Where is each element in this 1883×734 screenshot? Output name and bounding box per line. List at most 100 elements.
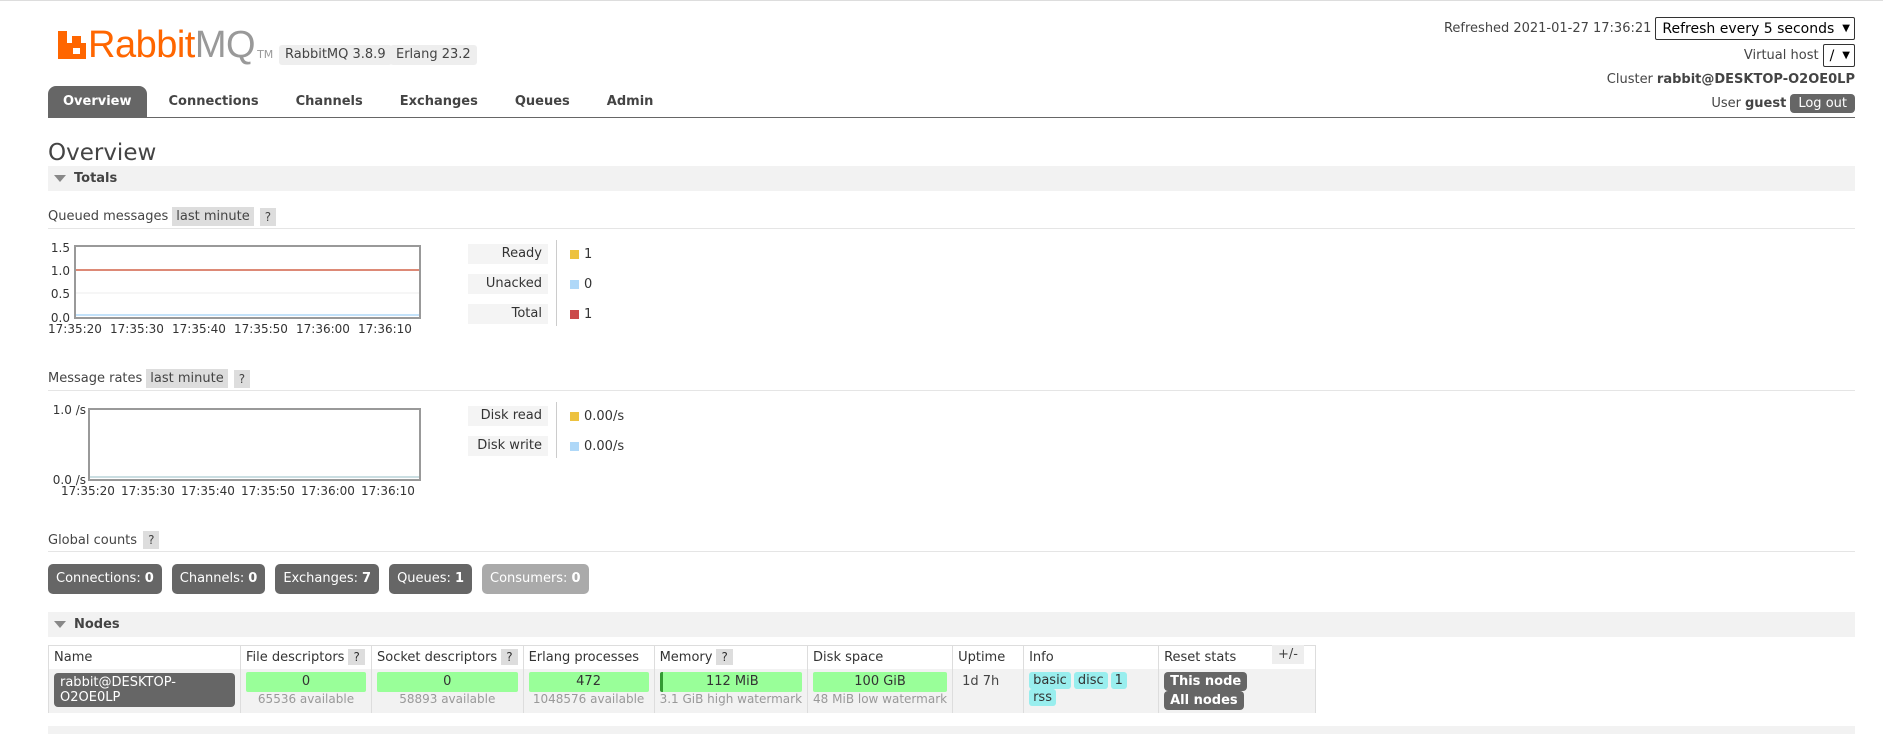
- queued-help-button[interactable]: ?: [259, 207, 277, 226]
- rates-help-button[interactable]: ?: [233, 369, 251, 388]
- vhost-label: Virtual host: [1743, 48, 1819, 63]
- tabs-divider: [48, 117, 1855, 118]
- header-status: Refreshed 2021-01-27 17:36:21 Refresh ev…: [1444, 17, 1855, 117]
- node-name-link[interactable]: rabbit@DESKTOP-O2OE0LP: [54, 672, 235, 707]
- tab-connections[interactable]: Connections: [154, 86, 274, 118]
- global-counts-label: Global counts: [48, 532, 138, 548]
- divider: [48, 228, 1855, 229]
- channels-count-button[interactable]: Channels: 0: [171, 564, 266, 594]
- legend-disk-read: Disk read 0.00/s: [468, 406, 624, 426]
- page-title: Overview: [48, 140, 157, 166]
- column-header-disk-space: Disk space: [807, 645, 954, 669]
- x-tick-label: 17:36:10: [361, 484, 415, 498]
- column-header-socket-descriptors: Socket descriptors?: [371, 645, 524, 669]
- info-tag-count: 1: [1110, 671, 1127, 689]
- legend-swatch: [570, 249, 579, 259]
- column-header-erlang-processes: Erlang processes: [522, 645, 655, 669]
- main-nav: Overview Connections Channels Exchanges …: [48, 86, 675, 118]
- rabbitmq-version: RabbitMQ 3.8.9: [279, 45, 392, 65]
- column-header-name: Name: [48, 645, 241, 669]
- reset-this-node-button[interactable]: This node: [1164, 671, 1248, 691]
- global-counts-help-button[interactable]: ?: [143, 531, 160, 549]
- legend-value: 1: [584, 306, 593, 322]
- tab-channels[interactable]: Channels: [281, 86, 378, 118]
- cell-memory: 112 MiB 3.1 GiB high watermark: [653, 668, 809, 713]
- divider: [48, 390, 1855, 391]
- x-tick-label: 17:35:20: [61, 484, 115, 498]
- legend-swatch: [570, 411, 579, 421]
- global-counts-header: Global counts ?: [48, 531, 160, 549]
- x-tick-label: 17:35:50: [241, 484, 295, 498]
- divider: [48, 551, 1855, 552]
- nodes-table: Name File descriptors? Socket descriptor…: [48, 645, 1317, 713]
- disk-bar: 100 GiB: [813, 671, 948, 692]
- erlang-version: Erlang 23.2: [390, 45, 477, 65]
- rates-range-selector[interactable]: last minute: [146, 369, 228, 388]
- help-button[interactable]: ?: [501, 648, 518, 665]
- x-tick-label: 17:36:10: [358, 322, 412, 336]
- fd-bar: 0: [246, 671, 366, 692]
- x-tick-label: 17:35:20: [48, 322, 102, 336]
- y-tick-label: 1.5: [50, 241, 70, 255]
- y-tick-label: 1.0 /s: [52, 403, 86, 417]
- memory-bar: 112 MiB: [659, 671, 803, 692]
- sd-available: 58893 available: [399, 691, 496, 706]
- queued-x-axis: 17:35:20 17:35:30 17:35:40 17:35:50 17:3…: [48, 322, 420, 336]
- rabbitmq-logo[interactable]: RabbitMQ TM: [58, 26, 273, 64]
- user-label: User: [1711, 95, 1741, 111]
- y-tick-label: 0.5: [50, 287, 70, 301]
- tab-queues[interactable]: Queues: [500, 86, 585, 118]
- refreshed-label: Refreshed: [1443, 21, 1510, 36]
- cell-socket-descriptors: 0 58893 available: [371, 668, 524, 713]
- cell-file-descriptors: 0 65536 available: [240, 668, 372, 713]
- cell-uptime: 1d 7h: [952, 668, 1025, 713]
- user-name: guest: [1745, 95, 1787, 111]
- nodes-title: Nodes: [74, 617, 120, 632]
- queued-messages-chart: [74, 245, 421, 319]
- toggle-columns-button[interactable]: +/-: [1272, 645, 1304, 664]
- x-tick-label: 17:35:40: [181, 484, 235, 498]
- refreshed-time: 2021-01-27 17:36:21: [1513, 21, 1652, 36]
- legend-swatch: [570, 441, 579, 451]
- cell-disk-space: 100 GiB 48 MiB low watermark: [807, 668, 954, 713]
- queued-messages-header: Queued messages last minute ?: [48, 207, 277, 226]
- rabbitmq-logo-icon: [58, 31, 86, 59]
- rates-x-axis: 17:35:20 17:35:30 17:35:40 17:35:50 17:3…: [61, 484, 421, 498]
- tab-overview[interactable]: Overview: [48, 86, 147, 118]
- message-rates-header: Message rates last minute ?: [48, 369, 251, 388]
- logout-button[interactable]: Log out: [1790, 93, 1855, 113]
- connections-count-button[interactable]: Connections: 0: [48, 564, 162, 594]
- info-tag-basic: basic: [1029, 671, 1071, 689]
- queues-count-button[interactable]: Queues: 1: [389, 564, 472, 594]
- legend-label: Disk write: [468, 436, 548, 456]
- refresh-interval-select[interactable]: Refresh every 5 seconds ▼: [1655, 17, 1855, 40]
- vhost-value: /: [1829, 47, 1835, 64]
- tab-exchanges[interactable]: Exchanges: [385, 86, 493, 118]
- cluster-label: Cluster: [1606, 72, 1653, 87]
- sd-bar: 0: [377, 671, 518, 692]
- queued-chart-svg: [76, 269, 419, 316]
- legend-value: 1: [584, 246, 593, 262]
- next-section-header: [48, 726, 1855, 734]
- refresh-interval-value: Refresh every 5 seconds: [1662, 20, 1835, 37]
- chevron-down-icon: ▼: [1842, 50, 1850, 61]
- legend-value: 0: [584, 276, 593, 292]
- help-button[interactable]: ?: [348, 648, 365, 665]
- reset-all-nodes-button[interactable]: All nodes: [1164, 690, 1244, 710]
- tab-admin[interactable]: Admin: [592, 86, 669, 118]
- legend-disk-write: Disk write 0.00/s: [468, 436, 624, 456]
- disk-watermark: 48 MiB low watermark: [813, 691, 948, 706]
- help-button[interactable]: ?: [716, 648, 733, 665]
- message-rates-chart: [88, 408, 421, 481]
- cell-node-name: rabbit@DESKTOP-O2OE0LP: [48, 668, 241, 713]
- global-counts-badges: Connections: 0 Channels: 0 Exchanges: 7 Que…: [48, 564, 599, 594]
- totals-section-toggle[interactable]: Totals: [48, 166, 1855, 191]
- exchanges-count-button[interactable]: Exchanges: 7: [275, 564, 380, 594]
- legend-label: Total: [468, 304, 548, 324]
- ep-available: 1048576 available: [532, 691, 645, 706]
- cell-info: basic disc 1 rss: [1023, 668, 1160, 713]
- vhost-select[interactable]: / ▼: [1822, 44, 1855, 67]
- nodes-section-toggle[interactable]: Nodes: [48, 612, 1855, 637]
- queued-range-selector[interactable]: last minute: [172, 207, 254, 226]
- consumers-count-button[interactable]: Consumers: 0: [482, 564, 589, 594]
